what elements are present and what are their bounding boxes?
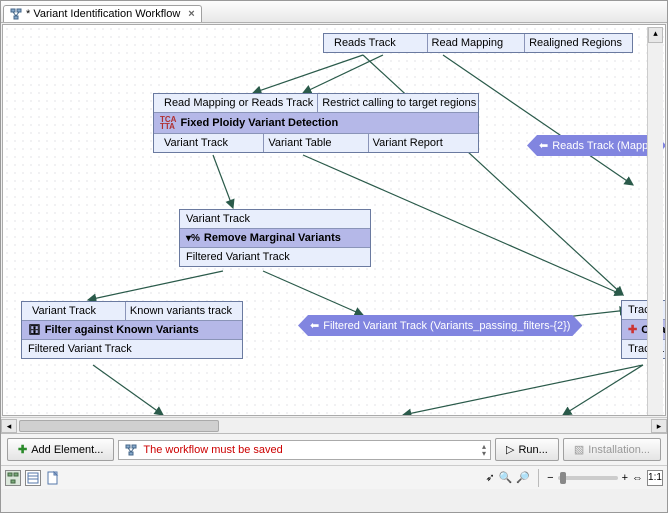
out-filtered-variant-track: Filtered Variant Track bbox=[22, 340, 242, 358]
input-variant-track: Variant Track bbox=[180, 210, 370, 229]
input-restrict-regions: Restrict calling to target regions bbox=[318, 94, 478, 112]
view-flow-icon[interactable] bbox=[5, 470, 21, 486]
view-note-icon[interactable] bbox=[45, 470, 61, 486]
node-remove-marginal-variants[interactable]: Variant Track ▾% Remove Marginal Variant… bbox=[179, 209, 371, 267]
workflow-tab[interactable]: * Variant Identification Workflow × bbox=[3, 5, 202, 22]
tracklist-icon: ✚ bbox=[628, 323, 637, 336]
input-read-mapping: Read Mapping or Reads Track bbox=[160, 94, 318, 112]
export-arrow-icon: ⬅ bbox=[310, 319, 319, 332]
filter-icon: ▾% bbox=[186, 233, 200, 244]
view-table-icon[interactable] bbox=[25, 470, 41, 486]
node-title: Filter against Known Variants bbox=[45, 324, 199, 336]
node-filter-known-variants[interactable]: Variant Track Known variants track 🗄 Fil… bbox=[21, 301, 243, 359]
node-fixed-ploidy-variant-detection[interactable]: Read Mapping or Reads Track Restrict cal… bbox=[153, 93, 479, 153]
scroll-left-icon[interactable]: ◂ bbox=[1, 419, 17, 433]
vertical-scrollbar[interactable]: ▴ bbox=[647, 27, 663, 415]
add-element-button[interactable]: ✚ Add Element... bbox=[7, 438, 114, 461]
node-upstream-outputs[interactable]: Reads Track Read Mapping Realigned Regio… bbox=[323, 33, 633, 53]
play-icon: ▷ bbox=[506, 443, 514, 456]
pointer-icon[interactable]: ➶ bbox=[486, 471, 495, 484]
run-button[interactable]: ▷ Run... bbox=[495, 438, 559, 461]
cell-reads-track: Reads Track bbox=[330, 34, 428, 52]
zoom-reset-button[interactable]: 1:1 bbox=[647, 470, 663, 486]
scroll-up-icon[interactable]: ▴ bbox=[648, 27, 663, 43]
out-variant-report: Variant Report bbox=[369, 134, 472, 152]
installation-button[interactable]: ▧ Installation... bbox=[563, 438, 661, 461]
output-reads-track[interactable]: ⬅ Reads Track (Mappe bbox=[527, 135, 666, 156]
zoom-out-icon[interactable]: 🔎 bbox=[516, 471, 530, 484]
btn-label: Add Element... bbox=[31, 444, 103, 456]
status-text: The workflow must be saved bbox=[143, 444, 282, 456]
node-title: Remove Marginal Variants bbox=[204, 232, 341, 244]
btn-label: Installation... bbox=[588, 444, 650, 456]
export-arrow-icon: ⬅ bbox=[539, 139, 548, 152]
minus-icon[interactable]: − bbox=[547, 472, 553, 484]
scroll-thumb[interactable] bbox=[19, 420, 219, 432]
output-filtered-variant-track[interactable]: ⬅ Filtered Variant Track (Variants_passi… bbox=[298, 315, 582, 336]
btn-label: Run... bbox=[518, 444, 547, 456]
close-icon[interactable]: × bbox=[188, 8, 194, 20]
zoom-in-icon[interactable]: 🔍 bbox=[499, 471, 513, 484]
input-known-variants: Known variants track bbox=[126, 302, 236, 320]
flowchart-icon bbox=[125, 444, 137, 456]
workflow-canvas[interactable]: Reads Track Read Mapping Realigned Regio… bbox=[2, 24, 666, 416]
fit-width-icon[interactable]: ⇔ bbox=[632, 472, 643, 484]
out-filtered-variant-track: Filtered Variant Track bbox=[180, 248, 370, 266]
node-title: Fixed Ploidy Variant Detection bbox=[180, 117, 338, 129]
chevron-down-icon[interactable]: ▾ bbox=[482, 450, 486, 457]
status-message: The workflow must be saved ▴ ▾ bbox=[118, 440, 491, 460]
cell-read-mapping: Read Mapping bbox=[428, 34, 526, 52]
tab-title: * Variant Identification Workflow bbox=[26, 8, 180, 20]
cell-realigned-regions: Realigned Regions bbox=[525, 34, 626, 52]
plus-icon[interactable]: + bbox=[622, 472, 628, 484]
plus-icon: ✚ bbox=[18, 443, 27, 456]
flowchart-icon bbox=[10, 8, 22, 20]
horizontal-scrollbar[interactable]: ◂ ▸ bbox=[1, 417, 667, 433]
input-variant-track: Variant Track bbox=[28, 302, 126, 320]
zoom-slider[interactable] bbox=[558, 476, 618, 480]
tca-icon: TCATTA bbox=[160, 116, 176, 130]
hex-label: Filtered Variant Track (Variants_passing… bbox=[323, 320, 570, 332]
out-variant-table: Variant Table bbox=[264, 134, 368, 152]
db-filter-icon: 🗄 bbox=[28, 325, 41, 336]
package-icon: ▧ bbox=[574, 443, 584, 456]
hex-label: Reads Track (Mappe bbox=[552, 140, 654, 152]
scroll-right-icon[interactable]: ▸ bbox=[651, 419, 667, 433]
out-variant-track: Variant Track bbox=[160, 134, 264, 152]
